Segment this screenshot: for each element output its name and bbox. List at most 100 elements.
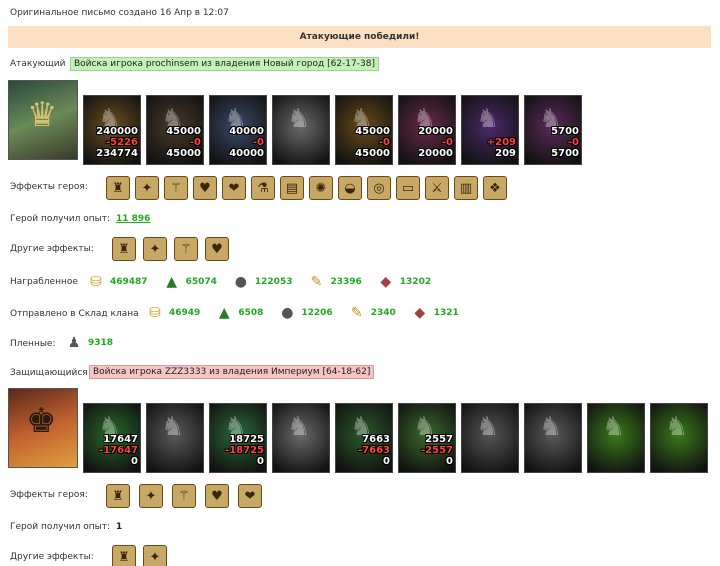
- stone-icon: ●: [281, 305, 294, 321]
- unit-card[interactable]: ♞ 18725 -18725 0: [209, 403, 267, 473]
- sword-scroll-icon[interactable]: ✦: [143, 237, 167, 261]
- unit-card[interactable]: ♞: [461, 403, 519, 473]
- unit-card[interactable]: ♞ 45000 -0 45000: [335, 95, 393, 165]
- bag-icon[interactable]: ⚚: [174, 237, 198, 261]
- unit-count-before: 20000: [418, 126, 453, 137]
- unit-card[interactable]: ♞: [272, 95, 330, 165]
- unit-count-change: +209: [486, 137, 516, 148]
- unit-card[interactable]: ♞: [524, 403, 582, 473]
- hero-sorceress-portrait-icon: ♛: [27, 95, 58, 135]
- attacker-xp-value[interactable]: 11 896: [116, 214, 150, 224]
- wood-icon: ▲: [218, 305, 230, 321]
- created-line: Оригинальное письмо создано 16 Апр в 12:…: [10, 8, 229, 18]
- unit-card[interactable]: ♞: [650, 403, 708, 473]
- rune-icon[interactable]: ✦: [135, 176, 159, 200]
- amulet-icon[interactable]: ⚚: [172, 484, 196, 508]
- unit-dark-mage-icon: ♞: [476, 104, 500, 134]
- attacker-other-effects-label: Другие эффекты:: [10, 244, 94, 254]
- unit-card[interactable]: ♞: [146, 403, 204, 473]
- bucket-icon[interactable]: ◒: [338, 176, 362, 200]
- armor-icon[interactable]: ♜: [106, 484, 130, 508]
- defender-other-effects-label: Другие эффекты:: [10, 552, 94, 562]
- defender-tag[interactable]: Войска игрока ZZZ3333 из владения Импери…: [89, 365, 375, 379]
- gold-icon: ⛁: [90, 274, 102, 290]
- attacker-label: Атакующий: [10, 59, 66, 69]
- unit-count-before: 40000: [229, 126, 264, 137]
- shield-heart-icon[interactable]: ♜: [112, 237, 136, 261]
- unit-card[interactable]: ♞: [272, 403, 330, 473]
- unit-count-before: 2557: [425, 434, 453, 445]
- unit-card[interactable]: ♞ 45000 -0 45000: [146, 95, 204, 165]
- unit-count-after: 0: [446, 456, 453, 467]
- scroll-icon[interactable]: ▭: [396, 176, 420, 200]
- hero-musketeer-portrait-icon: ♚: [26, 401, 57, 441]
- unit-count-change: -0: [567, 137, 579, 148]
- unit-card[interactable]: ♞ 240000 -5226 234774: [83, 95, 141, 165]
- stone-icon: ●: [234, 274, 247, 290]
- unit-card[interactable]: ♞: [587, 403, 645, 473]
- wood-icon: ▲: [166, 274, 177, 290]
- unit-count-change: -5226: [106, 137, 138, 148]
- unit-count-before: 240000: [96, 126, 138, 137]
- unit-griffin-grey-icon: ♞: [287, 104, 311, 134]
- gold-icon: ⛁: [149, 305, 161, 321]
- coins-bag-icon[interactable]: ♥: [205, 237, 229, 261]
- unit-count-change: -0: [378, 137, 390, 148]
- unit-count-before: 18725: [229, 434, 264, 445]
- unit-card[interactable]: ♞ 5700 -0 5700: [524, 95, 582, 165]
- bow-icon[interactable]: ♥: [205, 484, 229, 508]
- cage-icon[interactable]: ▥: [454, 176, 478, 200]
- ring-icon[interactable]: ◎: [367, 176, 391, 200]
- unit-count-change: -0: [189, 137, 201, 148]
- crystal-icon[interactable]: ❖: [483, 176, 507, 200]
- unit-card[interactable]: ♞ 20000 -0 20000: [398, 95, 456, 165]
- unit-card[interactable]: ♞ +209 209: [461, 95, 519, 165]
- unit-count-after: 209: [495, 148, 516, 159]
- heart-shield-icon[interactable]: ❤: [238, 484, 262, 508]
- castle-icon[interactable]: ✦: [143, 545, 167, 566]
- grain-icon: ✎: [350, 305, 363, 321]
- clan-resources: ⛁ 46949 ▲ 6508 ● 12206 ✎ 2340 ◆ 1321: [145, 303, 469, 323]
- web-icon[interactable]: ✺: [309, 176, 333, 200]
- staff-icon[interactable]: ⚚: [164, 176, 188, 200]
- attacker-tag[interactable]: Войска игрока prochinsem из владения Нов…: [70, 57, 379, 71]
- captives-resource: ♟ 9318: [64, 333, 123, 353]
- gauntlet-icon[interactable]: ✦: [139, 484, 163, 508]
- unit-card[interactable]: ♞ 2557 -2557 0: [398, 403, 456, 473]
- captives-value: 9318: [88, 338, 114, 348]
- heart-icon[interactable]: ♥: [193, 176, 217, 200]
- unit-count-after: 20000: [418, 148, 453, 159]
- loot-resources: ⛁ 469487 ▲ 65074 ● 122053 ✎ 23396 ◆ 13202: [86, 272, 441, 292]
- unit-count-change: -0: [252, 137, 264, 148]
- sword-scroll-icon[interactable]: ♜: [112, 545, 136, 566]
- unit-griffin-grey-icon: ♞: [287, 412, 311, 442]
- unit-tower-icon: ♞: [602, 412, 626, 442]
- attacker-hero-portrait[interactable]: ♛: [8, 80, 78, 160]
- defender-other-effects: ♜ ✦: [112, 545, 167, 566]
- potion-icon[interactable]: ⚗: [251, 176, 275, 200]
- iron-icon: ◆: [414, 305, 426, 321]
- unit-card[interactable]: ♞ 40000 -0 40000: [209, 95, 267, 165]
- unit-card[interactable]: ♞ 17647 -17647 0: [83, 403, 141, 473]
- unit-count-before: 5700: [551, 126, 579, 137]
- defender-hero-portrait[interactable]: ♚: [8, 388, 78, 468]
- defender-hero-effects: ♜ ✦ ⚚ ♥ ❤: [106, 484, 262, 508]
- helmet-icon[interactable]: ♜: [106, 176, 130, 200]
- clan-label: Отправлено в Склад клана: [10, 309, 139, 319]
- resource-value: 2340: [370, 308, 396, 318]
- resource-value: 1321: [433, 308, 459, 318]
- unit-count-after: 0: [383, 456, 390, 467]
- defender-army-row: ♚ ♞ 17647 -17647 0 ♞ ♞ 18725 -18725 0 ♞ ♞ 7663 -7663…: [8, 388, 708, 473]
- barrel-icon[interactable]: ▤: [280, 176, 304, 200]
- unit-treant-grey-icon: ♞: [539, 412, 563, 442]
- unit-count-after: 234774: [96, 148, 138, 159]
- unit-count-change: -18725: [225, 445, 264, 456]
- resource-value: 122053: [254, 277, 293, 287]
- unit-card[interactable]: ♞ 7663 -7663 0: [335, 403, 393, 473]
- hearts-icon[interactable]: ❤: [222, 176, 246, 200]
- unit-count-after: 0: [131, 456, 138, 467]
- sword-icon[interactable]: ⚔: [425, 176, 449, 200]
- defender-units: ♞ 17647 -17647 0 ♞ ♞ 18725 -18725 0 ♞ ♞ 7663 -7663 0 ♞…: [83, 403, 708, 473]
- resource-value: 65074: [185, 277, 217, 287]
- battle-result-banner: Атакующие победили!: [8, 26, 711, 48]
